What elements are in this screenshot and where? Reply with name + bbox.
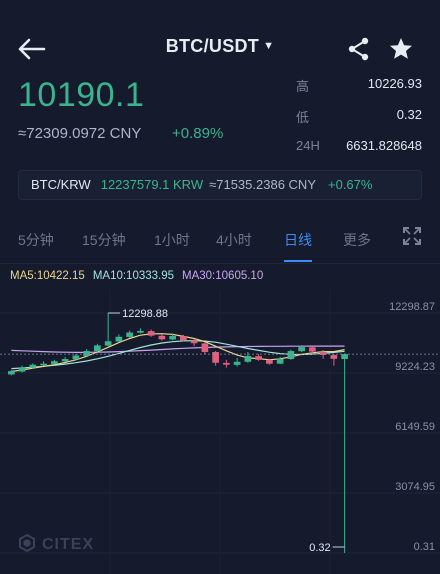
tab-4hour[interactable]: 4小时 — [216, 230, 252, 250]
candle-body — [104, 341, 112, 346]
candle-body — [309, 347, 316, 352]
related-market-ticker[interactable]: BTC/KRW 12237579.1 KRW ≈71535.2386 CNY +0.6… — [18, 170, 422, 200]
low-marker-label: 0.32 — [309, 542, 330, 554]
low-label: 低 — [296, 110, 310, 125]
caret-down-icon: ▼ — [263, 40, 275, 52]
candle-body — [201, 343, 209, 353]
ma10-value: MA10:10333.95 — [92, 270, 175, 282]
tab-more[interactable]: 更多 — [343, 230, 371, 250]
candle-body — [180, 336, 187, 341]
candle-body — [137, 330, 144, 333]
candle-body — [169, 336, 176, 340]
candle-body — [244, 355, 252, 362]
candle-body — [223, 362, 230, 365]
candle-body — [72, 355, 80, 360]
candle-body — [212, 352, 219, 363]
y-tick-label: 12298.87 — [389, 301, 435, 313]
ticker-change: +0.67% — [328, 177, 373, 192]
moving-average-legend: MA5:10422.15 MA10:10333.95 MA30:10605.10 — [10, 270, 271, 282]
high-label: 高 — [296, 79, 310, 94]
candle-body — [147, 331, 155, 336]
candle-body — [287, 351, 295, 360]
candle-body — [190, 340, 198, 344]
y-tick-label: 3074.95 — [395, 481, 435, 493]
active-tab-indicator — [284, 260, 312, 262]
watermark: CITEX — [18, 534, 94, 554]
share-icon[interactable] — [346, 36, 372, 62]
candle-body — [8, 371, 15, 375]
candle-body — [330, 355, 338, 359]
candle-body — [341, 354, 348, 360]
y-tick-label: 9224.23 — [395, 361, 435, 373]
candle-body — [83, 351, 90, 356]
high-value: 10226.93 — [367, 76, 422, 91]
candle-body — [298, 347, 305, 352]
candlestick-chart[interactable]: 12298.87 9224.23 6149.59 3074.95 0.31 12298.8… — [0, 290, 440, 574]
ticker-pair: BTC/KRW — [31, 177, 91, 192]
tab-daily[interactable]: 日线 — [284, 230, 312, 250]
candle-body — [115, 336, 123, 342]
pair-title-label: BTC/USDT — [165, 36, 260, 56]
price-change-percent: +0.89% — [172, 125, 224, 142]
candle-body — [158, 335, 166, 340]
watermark-text: CITEX — [42, 536, 95, 553]
candle-body — [18, 367, 26, 372]
pair-selector[interactable]: BTC/USDT ▼ — [0, 36, 440, 57]
ticker-cny-price: ≈71535.2386 CNY — [209, 177, 316, 192]
y-tick-label: 6149.59 — [395, 421, 435, 433]
candle-body — [276, 358, 284, 364]
candle-body — [126, 332, 133, 337]
ma5-value: MA5:10422.15 — [10, 270, 85, 282]
candle-body — [266, 360, 273, 364]
volume-value: 6631.828648 — [346, 138, 422, 153]
candle-body — [29, 364, 37, 368]
candle-body — [61, 359, 69, 362]
ma30-line — [11, 345, 345, 354]
ma30-value: MA30:10605.10 — [182, 270, 264, 282]
last-price: 10190.1 — [18, 76, 145, 114]
favorite-star-icon[interactable] — [388, 36, 414, 62]
fullscreen-icon[interactable] — [402, 226, 422, 246]
high-marker-label: 12298.88 — [122, 308, 168, 320]
candle-body — [40, 363, 47, 366]
citex-logo-icon — [19, 534, 35, 552]
tab-1hour[interactable]: 1小时 — [154, 230, 190, 250]
interval-tabs: 5分钟 15分钟 1小时 4小时 日线 更多 — [0, 212, 440, 264]
low-value: 0.32 — [396, 107, 422, 122]
ticker-krw-price: 12237579.1 KRW — [100, 177, 204, 192]
candle-body — [255, 356, 262, 360]
tab-5min[interactable]: 5分钟 — [18, 230, 54, 250]
candle-body — [94, 345, 101, 352]
candle-body — [51, 361, 58, 364]
candle-body — [233, 361, 241, 365]
cny-price: ≈72309.0972 CNY — [18, 125, 142, 142]
tab-15min[interactable]: 15分钟 — [82, 230, 126, 250]
y-tick-label: 0.31 — [414, 541, 435, 553]
volume-label: 24H — [296, 138, 320, 153]
ma10-line — [11, 340, 345, 370]
